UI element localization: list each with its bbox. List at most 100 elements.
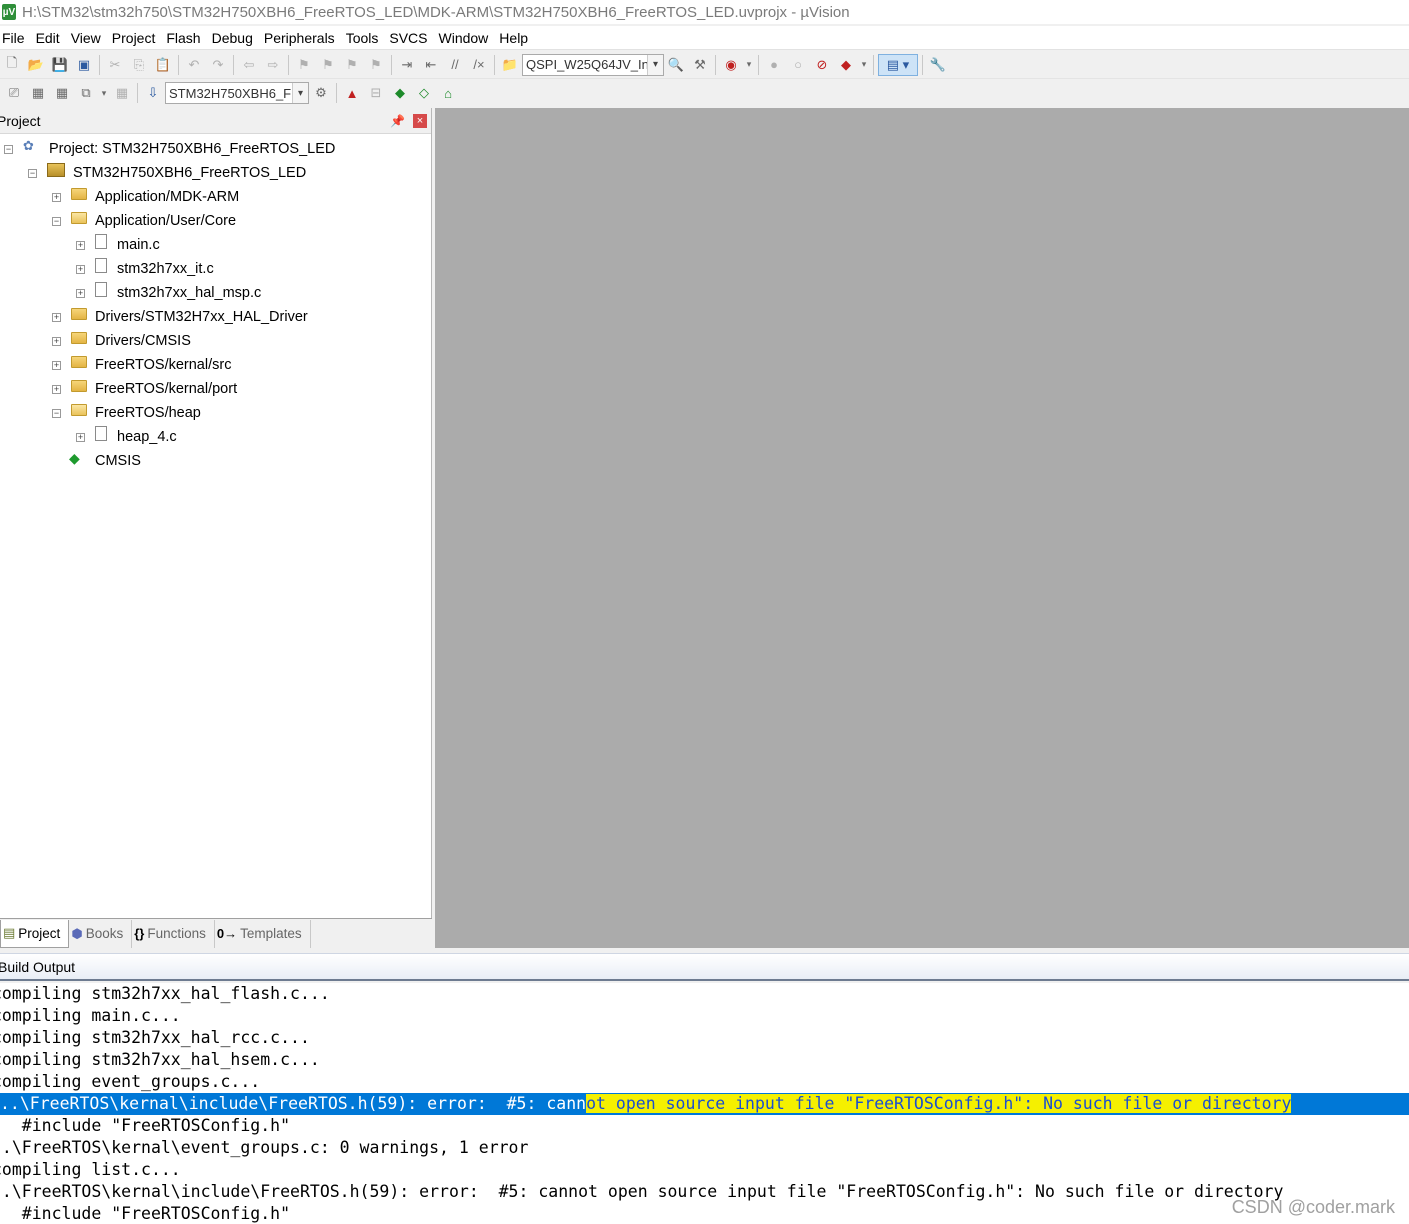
debug-session-icon[interactable]: ◉ bbox=[720, 54, 742, 76]
c-file-icon bbox=[95, 281, 107, 297]
menu-window[interactable]: Window bbox=[436, 30, 497, 46]
tree-file[interactable]: + stm32h7xx_it.c bbox=[76, 257, 214, 281]
bookmark-clear-icon[interactable]: ⚑ bbox=[365, 54, 387, 76]
menu-svcs[interactable]: SVCS bbox=[386, 30, 435, 46]
expand-icon[interactable]: + bbox=[52, 384, 61, 394]
batch-build-icon[interactable]: ⧉ bbox=[75, 82, 97, 104]
tree-target[interactable]: − STM32H750XBH6_FreeRTOS_LED bbox=[28, 161, 306, 185]
expand-icon[interactable]: + bbox=[76, 264, 85, 274]
window-layout-icon[interactable]: ▤ ▾ bbox=[878, 53, 918, 76]
select-packs-icon[interactable]: ⊟ bbox=[365, 82, 387, 104]
insert-breakpoint-icon[interactable]: ● bbox=[763, 54, 785, 76]
configure-wrench-icon[interactable]: 🔧 bbox=[927, 54, 949, 76]
download-load-icon[interactable]: ⇩ bbox=[142, 82, 164, 104]
tree-project-root[interactable]: − ✿ Project: STM32H750XBH6_FreeRTOS_LED bbox=[4, 137, 335, 161]
tree-cmsis[interactable]: ◆ CMSIS bbox=[69, 449, 141, 473]
kill-breakpoints-icon[interactable]: ◆ bbox=[835, 54, 857, 76]
manage-project-items-icon[interactable]: ▲ bbox=[341, 82, 363, 104]
close-icon[interactable]: × bbox=[413, 113, 427, 128]
tree-group[interactable]: + Drivers/STM32H7xx_HAL_Driver bbox=[52, 305, 308, 329]
bookmark-next-icon[interactable]: ⚑ bbox=[341, 54, 363, 76]
translate-icon[interactable]: ⎚ bbox=[3, 82, 25, 104]
menu-help[interactable]: Help bbox=[496, 30, 536, 46]
collapse-icon[interactable]: − bbox=[4, 144, 13, 154]
chevron-down-icon[interactable]: ▾ bbox=[744, 54, 754, 76]
expand-icon[interactable]: + bbox=[52, 360, 61, 370]
menu-debug[interactable]: Debug bbox=[209, 30, 261, 46]
menu-edit[interactable]: Edit bbox=[33, 30, 68, 46]
copy-icon[interactable]: ⎘ bbox=[128, 54, 150, 76]
open-file-icon[interactable]: 📂 bbox=[25, 54, 47, 76]
tree-group[interactable]: + FreeRTOS/kernal/port bbox=[52, 377, 237, 401]
expand-icon[interactable]: + bbox=[76, 432, 85, 442]
tree-file[interactable]: + stm32h7xx_hal_msp.c bbox=[76, 281, 261, 305]
menu-project[interactable]: Project bbox=[109, 30, 164, 46]
output-line-selected-error[interactable]: ..\FreeRTOS\kernal\include\FreeRTOS.h(59… bbox=[0, 1093, 1409, 1115]
multi-project-icon[interactable]: ⌂ bbox=[437, 82, 459, 104]
collapse-icon[interactable]: − bbox=[52, 216, 61, 226]
indent-icon[interactable]: ⇥ bbox=[396, 54, 418, 76]
tree-group[interactable]: − Application/User/Core bbox=[52, 209, 236, 233]
tree-group[interactable]: + Application/MDK-ARM bbox=[52, 185, 239, 209]
tab-project[interactable]: ▤ Project bbox=[0, 919, 70, 948]
undo-icon[interactable]: ↶ bbox=[183, 54, 205, 76]
pack-installer-icon[interactable]: ◇ bbox=[413, 82, 435, 104]
stop-build-icon[interactable]: ▦ bbox=[111, 82, 133, 104]
paste-icon[interactable]: 📋 bbox=[152, 54, 174, 76]
expand-icon[interactable]: + bbox=[52, 336, 61, 346]
editor-area[interactable] bbox=[435, 108, 1409, 948]
new-file-icon[interactable]: 🗋 bbox=[1, 54, 23, 76]
find-icon[interactable]: 🔍 bbox=[665, 54, 687, 76]
tree-group[interactable]: + FreeRTOS/kernal/src bbox=[52, 353, 231, 377]
chevron-down-icon[interactable]: ▾ bbox=[292, 83, 308, 103]
find-in-files-icon[interactable]: 📁 bbox=[499, 54, 521, 76]
expand-icon[interactable]: + bbox=[52, 192, 61, 202]
cut-icon[interactable]: ✂ bbox=[104, 54, 126, 76]
navigate-back-icon[interactable]: ⇦ bbox=[238, 54, 260, 76]
comment-icon[interactable]: // bbox=[444, 54, 466, 76]
tree-group[interactable]: + Drivers/CMSIS bbox=[52, 329, 191, 353]
collapse-icon[interactable]: − bbox=[28, 168, 37, 178]
find-combo[interactable]: QSPI_W25Q64JV_In ▾ bbox=[522, 53, 664, 76]
rebuild-icon[interactable]: ▦ bbox=[51, 82, 73, 104]
file-toolbar: 🗋 📂 💾 ▣ ✂ ⎘ 📋 ↶ ↷ ⇦ ⇨ ⚑ ⚑ ⚑ ⚑ ⇥ ⇤ // /× … bbox=[0, 51, 1409, 79]
tree-group[interactable]: − FreeRTOS/heap bbox=[52, 401, 201, 425]
save-icon[interactable]: 💾 bbox=[49, 54, 71, 76]
tree-file[interactable]: + heap_4.c bbox=[76, 425, 177, 449]
collapse-icon[interactable]: − bbox=[52, 408, 61, 418]
bookmark-toggle-icon[interactable]: ⚑ bbox=[293, 54, 315, 76]
chevron-down-icon[interactable]: ▾ bbox=[647, 54, 663, 75]
uncomment-icon[interactable]: /× bbox=[468, 54, 490, 76]
build-icon[interactable]: ▦ bbox=[27, 82, 49, 104]
tab-books[interactable]: ⬢ Books bbox=[69, 919, 133, 948]
build-output-header: Build Output bbox=[0, 953, 1409, 981]
tab-templates[interactable]: 0→ Templates bbox=[215, 919, 311, 948]
menu-peripherals[interactable]: Peripherals bbox=[261, 30, 343, 46]
menu-view[interactable]: View bbox=[68, 30, 109, 46]
enable-breakpoint-icon[interactable]: ○ bbox=[787, 54, 809, 76]
target-combo[interactable]: STM32H750XBH6_F ▾ bbox=[165, 82, 309, 104]
expand-icon[interactable]: + bbox=[76, 240, 85, 250]
incremental-find-icon[interactable]: ⚒ bbox=[689, 54, 711, 76]
bookmark-prev-icon[interactable]: ⚑ bbox=[317, 54, 339, 76]
expand-icon[interactable]: + bbox=[76, 288, 85, 298]
menu-tools[interactable]: Tools bbox=[343, 30, 387, 46]
expand-icon[interactable]: + bbox=[52, 312, 61, 322]
unindent-icon[interactable]: ⇤ bbox=[420, 54, 442, 76]
project-panel-header: Project 📌 × bbox=[0, 108, 431, 134]
target-options-icon[interactable]: ⚙ bbox=[310, 82, 332, 104]
chevron-down-icon[interactable]: ▾ bbox=[99, 82, 109, 104]
tab-functions[interactable]: {} Functions bbox=[132, 919, 215, 948]
save-all-icon[interactable]: ▣ bbox=[73, 54, 95, 76]
navigate-forward-icon[interactable]: ⇨ bbox=[262, 54, 284, 76]
disable-breakpoints-icon[interactable]: ⊘ bbox=[811, 54, 833, 76]
error-line-prefix: ..\FreeRTOS\kernal\include\FreeRTOS.h(59… bbox=[0, 1094, 587, 1113]
build-output-pane[interactable]: compiling stm32h7xx_hal_flash.c... compi… bbox=[0, 983, 1409, 1224]
chevron-down-icon[interactable]: ▾ bbox=[859, 54, 869, 76]
manage-run-time-environment-icon[interactable]: ◆ bbox=[389, 82, 411, 104]
pin-icon[interactable]: 📌 bbox=[390, 114, 405, 128]
menu-flash[interactable]: Flash bbox=[163, 30, 208, 46]
redo-icon[interactable]: ↷ bbox=[207, 54, 229, 76]
menu-file[interactable]: File bbox=[0, 30, 33, 46]
tree-file[interactable]: + main.c bbox=[76, 233, 160, 257]
